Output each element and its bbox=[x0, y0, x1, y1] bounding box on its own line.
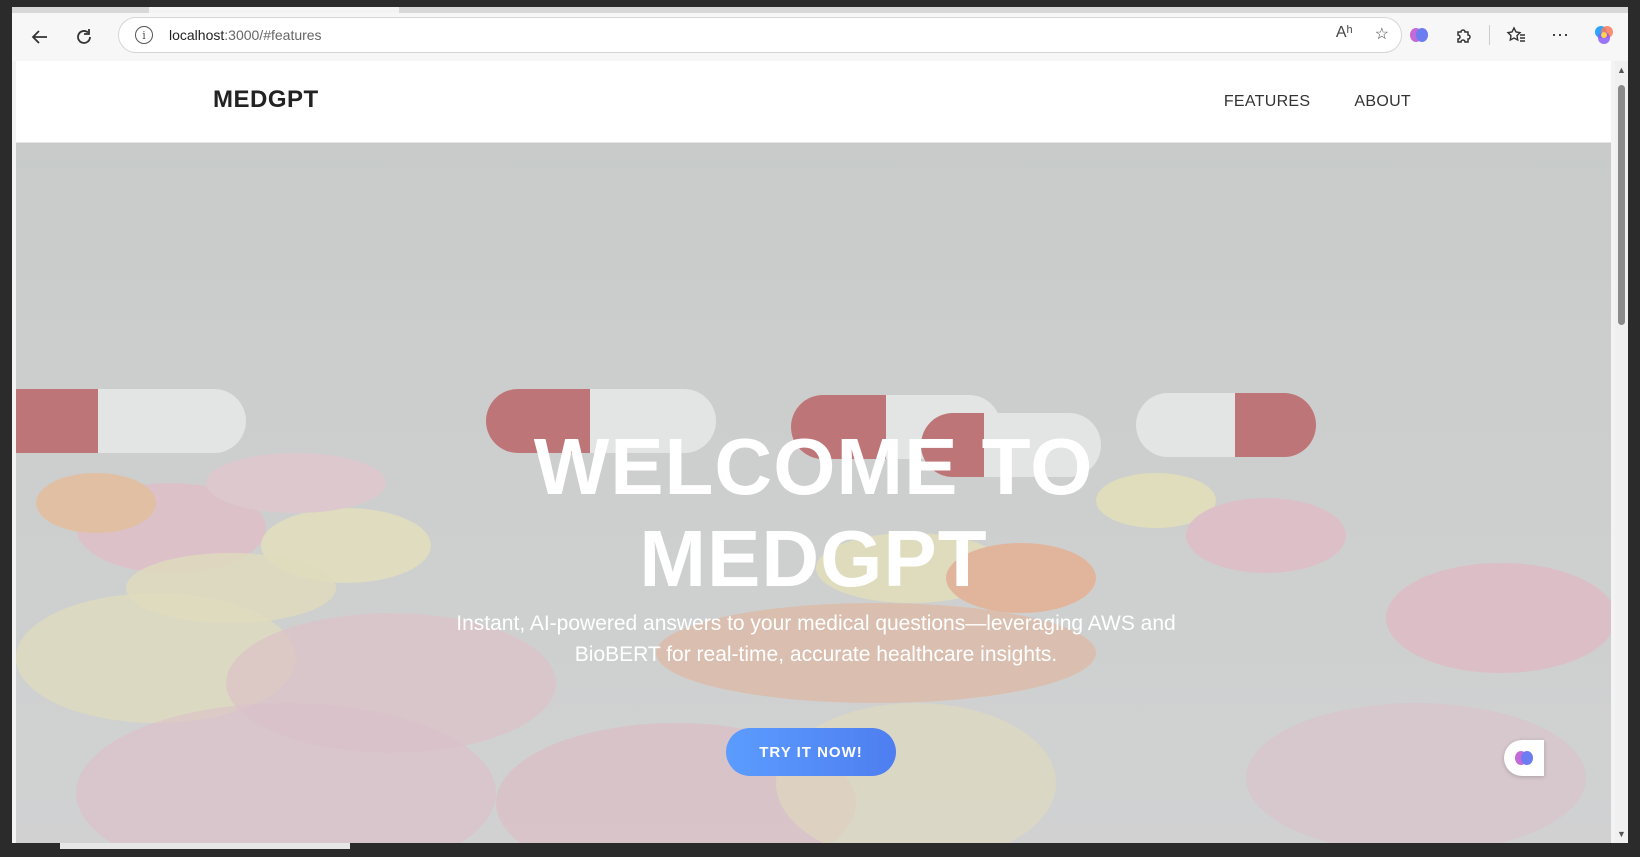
address-bar[interactable]: i localhost:3000/#features Aʰ ☆ bbox=[118, 17, 1402, 53]
scrollbar-thumb[interactable] bbox=[1618, 85, 1625, 325]
url-text[interactable]: localhost:3000/#features bbox=[169, 27, 322, 43]
read-aloud-icon[interactable]: Aʰ bbox=[1336, 24, 1353, 44]
browser-window: i localhost:3000/#features Aʰ ☆ ⋯ MEDGPT… bbox=[12, 7, 1628, 843]
page-scrollbar[interactable]: ▲ ▼ bbox=[1615, 61, 1628, 843]
site-navbar: MEDGPT FEATURES ABOUT bbox=[16, 61, 1611, 143]
browser-toolbar: i localhost:3000/#features Aʰ ☆ ⋯ bbox=[12, 13, 1628, 61]
back-arrow-icon[interactable] bbox=[22, 19, 58, 55]
nav-about[interactable]: ABOUT bbox=[1354, 93, 1411, 111]
browser-tools: ⋯ bbox=[1401, 17, 1628, 53]
info-icon[interactable]: i bbox=[135, 26, 153, 44]
brain-icon[interactable] bbox=[1401, 17, 1437, 53]
more-icon[interactable]: ⋯ bbox=[1542, 17, 1578, 53]
hero-title: WELCOME TO MEDGPT bbox=[533, 422, 1094, 603]
puzzle-icon[interactable] bbox=[1445, 17, 1481, 53]
star-icon[interactable]: ☆ bbox=[1375, 24, 1389, 44]
hero-subtitle: Instant, AI-powered answers to your medi… bbox=[456, 612, 1176, 666]
page-viewport: MEDGPT FEATURES ABOUT WELCOME TO MEDGPT … bbox=[16, 61, 1611, 843]
scroll-down-icon[interactable]: ▼ bbox=[1617, 829, 1626, 839]
try-it-now-button[interactable]: TRY IT NOW! bbox=[726, 728, 896, 776]
reload-icon[interactable] bbox=[66, 19, 102, 55]
taskbar-fragment bbox=[60, 843, 350, 849]
copilot-icon[interactable] bbox=[1586, 17, 1622, 53]
site-logo[interactable]: MEDGPT bbox=[213, 86, 319, 114]
site-nav: FEATURES ABOUT bbox=[1224, 93, 1411, 111]
nav-features[interactable]: FEATURES bbox=[1224, 93, 1311, 111]
scroll-up-icon[interactable]: ▲ bbox=[1617, 65, 1626, 75]
hero-section: WELCOME TO MEDGPT Instant, AI-powered an… bbox=[16, 143, 1611, 843]
brain-icon[interactable] bbox=[1504, 740, 1544, 776]
favorites-icon[interactable] bbox=[1498, 17, 1534, 53]
toolbar-divider bbox=[1489, 25, 1490, 45]
